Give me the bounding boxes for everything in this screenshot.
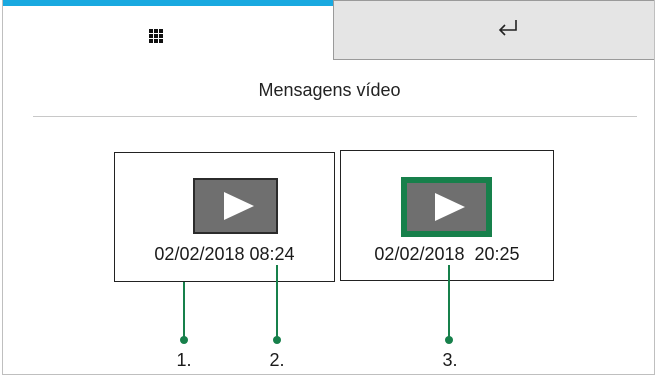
callout-line-2 — [276, 265, 278, 339]
callout-dot-2 — [273, 336, 281, 344]
video-thumbnail-selected[interactable] — [401, 177, 492, 237]
callout-label-2: 2. — [269, 350, 285, 370]
tab-bar — [3, 0, 654, 60]
callout-line-1 — [183, 282, 185, 339]
callout-dot-3 — [445, 336, 453, 344]
callout-label-3: 3. — [442, 350, 458, 370]
message-date: 02/02/2018 20:25 — [374, 244, 520, 264]
grid-icon — [149, 29, 163, 43]
page-title: Mensagens vídeo — [258, 80, 401, 100]
callout-dot-1 — [180, 336, 188, 344]
video-message-card-1[interactable]: 02/02/2018 08:24 — [114, 152, 335, 282]
callout-line-3 — [448, 265, 450, 339]
callout-label-1: 1. — [176, 350, 192, 370]
message-date: 02/02/2018 08:24 — [154, 244, 295, 264]
video-message-card-2[interactable]: 02/02/2018 20:25 — [340, 150, 554, 281]
video-thumbnail[interactable] — [193, 178, 278, 234]
tab-menu[interactable] — [3, 0, 333, 60]
title-divider — [33, 116, 637, 117]
play-icon — [434, 193, 465, 221]
tab-back[interactable] — [333, 0, 654, 60]
back-arrow-icon — [498, 20, 517, 36]
play-icon — [223, 192, 254, 220]
